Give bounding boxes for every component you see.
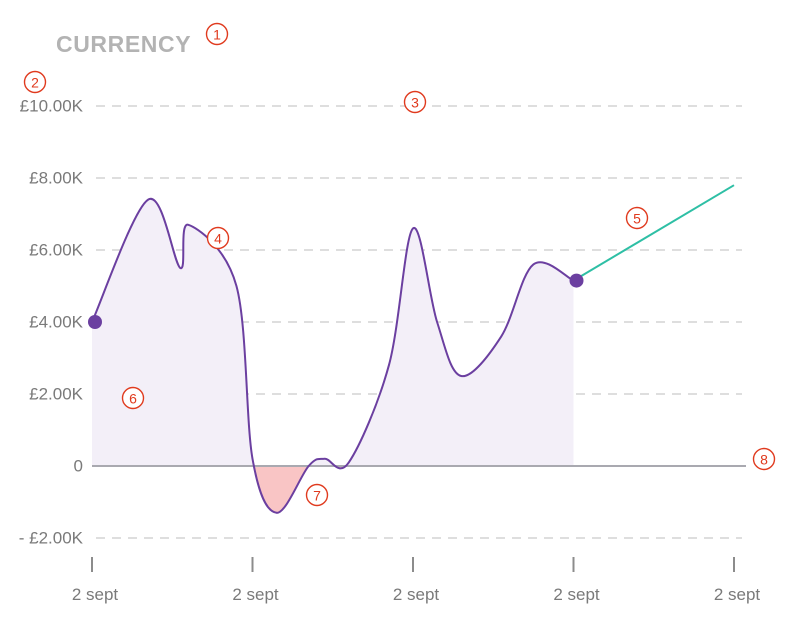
- x-tick-label: 2 sept: [714, 585, 761, 604]
- x-tick-label: 2 sept: [393, 585, 440, 604]
- callout-number: 1: [213, 27, 221, 43]
- y-tick-label: £8.00K: [29, 168, 84, 187]
- data-point-marker: [88, 315, 102, 329]
- chart-title: CURRENCY: [56, 31, 191, 57]
- callout-6: 6: [121, 386, 145, 410]
- data-point-marker: [569, 273, 584, 288]
- callout-number: 6: [129, 391, 137, 407]
- currency-chart: CURRENCY £10.00K £8.00K £6.00K £4.00K £2.00K…: [19, 22, 776, 604]
- y-tick-label: £6.00K: [29, 240, 84, 259]
- y-axis-ticks: £10.00K £8.00K £6.00K £4.00K £2.00K 0 - £2.00K: [19, 96, 84, 547]
- callout-number: 7: [313, 488, 321, 504]
- callout-5: 5: [625, 206, 649, 230]
- y-tick-label: £10.00K: [20, 96, 84, 115]
- callout-8: 8: [752, 447, 776, 471]
- y-tick-label: £2.00K: [29, 384, 84, 403]
- callout-2: 2: [23, 70, 47, 94]
- callout-1: 1: [205, 22, 229, 46]
- y-tick-label: £4.00K: [29, 312, 84, 331]
- callout-7: 7: [305, 483, 329, 507]
- chart-root: CURRENCY £10.00K £8.00K £6.00K £4.00K £2.00K…: [0, 0, 794, 644]
- callout-number: 2: [31, 75, 39, 91]
- x-axis-ticks: 2 sept 2 sept 2 sept 2 sept 2 sept: [72, 557, 761, 604]
- y-tick-label: - £2.00K: [19, 528, 84, 547]
- callout-4: 4: [206, 226, 230, 250]
- projection-series-line: [572, 184, 735, 282]
- x-tick-label: 2 sept: [553, 585, 600, 604]
- callout-number: 4: [214, 231, 222, 247]
- callout-number: 8: [760, 452, 768, 468]
- y-tick-label: 0: [74, 456, 83, 475]
- x-tick-label: 2 sept: [232, 585, 279, 604]
- callout-number: 5: [633, 211, 641, 227]
- callout-number: 3: [411, 95, 419, 111]
- callout-3: 3: [403, 90, 427, 114]
- x-tick-label: 2 sept: [72, 585, 119, 604]
